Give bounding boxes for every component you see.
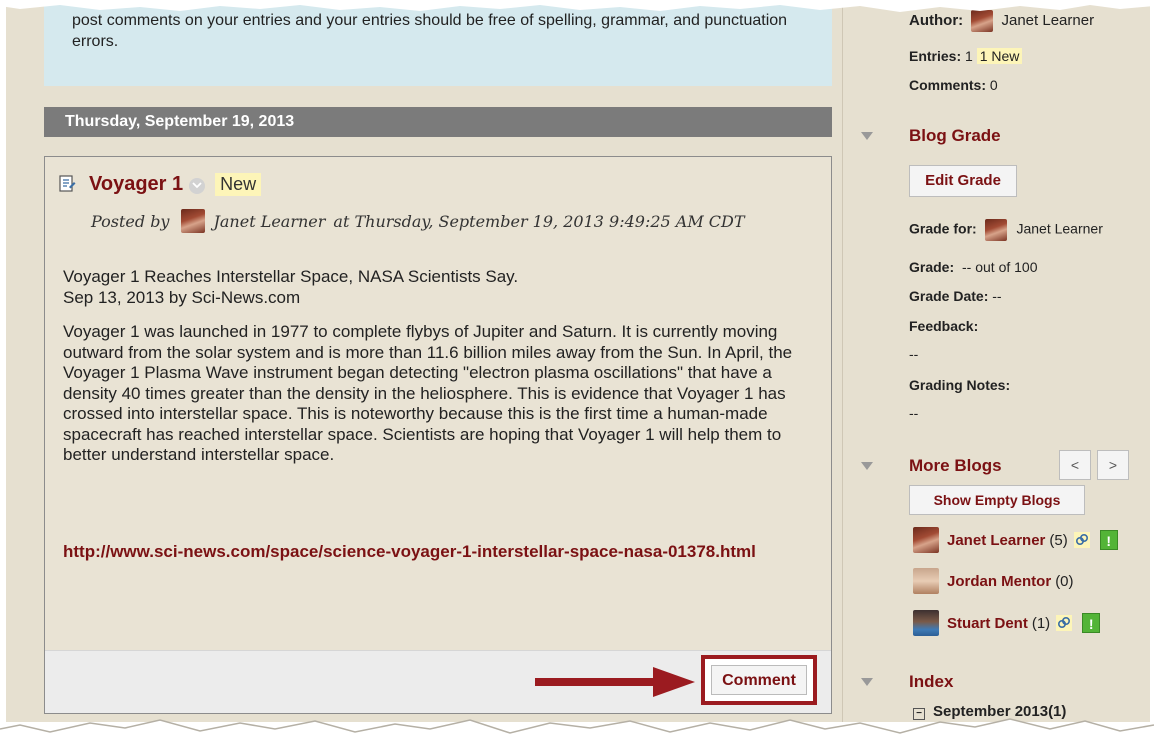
blog-page: post comments on your entries and your e… xyxy=(6,0,1150,722)
entry-header: Voyager 1 New xyxy=(57,171,262,197)
blog-entry: Voyager 1 New Posted by Janet Learner at… xyxy=(44,156,832,714)
link-icon[interactable] xyxy=(1056,615,1073,631)
grade-for-name: Janet Learner xyxy=(1016,220,1103,237)
grade-value: -- out of 100 xyxy=(962,259,1038,275)
entry-author: Janet Learner xyxy=(213,211,326,231)
avatar xyxy=(181,209,206,233)
author-name: Janet Learner xyxy=(1001,11,1095,29)
author-label: Author: xyxy=(909,11,964,29)
grade-date-label: Grade Date: xyxy=(909,288,989,304)
avatar xyxy=(913,568,939,594)
callout-arrow-icon xyxy=(535,667,695,697)
comments-count: 0 xyxy=(989,77,998,93)
blog-list-item[interactable]: Stuart Dent (1) ! xyxy=(913,610,1101,636)
grade-row: Grade: -- out of 100 xyxy=(909,259,1038,275)
blog-name[interactable]: Jordan Mentor xyxy=(947,573,1051,590)
grading-notes-value: -- xyxy=(909,405,919,421)
collapse-triangle-icon[interactable] xyxy=(861,132,873,140)
grade-date-row: Grade Date: -- xyxy=(909,288,1002,304)
grade-for-label: Grade for: xyxy=(909,220,977,237)
blog-list-item[interactable]: Janet Learner (5) ! xyxy=(913,527,1118,553)
comments-row: Comments: 0 xyxy=(909,77,998,93)
link-icon[interactable] xyxy=(1073,532,1090,548)
blog-name[interactable]: Stuart Dent xyxy=(947,615,1028,632)
grade-label: Grade: xyxy=(909,259,955,275)
grading-notes-label: Grading Notes: xyxy=(909,377,1011,393)
edit-grade-button[interactable]: Edit Grade xyxy=(909,165,1017,197)
feedback-label: Feedback: xyxy=(909,318,979,334)
chevron-down-icon[interactable] xyxy=(189,178,206,194)
new-badge: New xyxy=(215,172,262,196)
blog-count: (5) xyxy=(1049,531,1068,549)
entries-count: 1 xyxy=(965,48,973,64)
comment-callout: Comment xyxy=(701,655,817,705)
avatar xyxy=(913,610,939,636)
posted-by-label: Posted by xyxy=(91,211,170,231)
entries-label: Entries: xyxy=(909,48,962,64)
posted-by-line: Posted by Janet Learner at Thursday, Sep… xyxy=(91,209,745,233)
collapse-triangle-icon[interactable] xyxy=(861,462,873,470)
blog-grade-heading[interactable]: Blog Grade xyxy=(909,126,1001,146)
entry-paragraph: Voyager 1 was launched in 1977 to comple… xyxy=(63,322,793,464)
blog-count: (1) xyxy=(1031,614,1051,632)
date-header-text: Thursday, September 19, 2013 xyxy=(65,113,295,130)
collapse-triangle-icon[interactable] xyxy=(861,678,873,686)
torn-edge-bottom xyxy=(0,718,1154,745)
grade-for-row: Grade for: Janet Learner xyxy=(909,219,1103,241)
avatar xyxy=(913,527,939,553)
entries-new-badge: 1 New xyxy=(976,48,1023,64)
blog-count: (0) xyxy=(1055,572,1074,590)
blog-list-item[interactable]: Jordan Mentor (0) xyxy=(913,568,1074,594)
sidebar: Author: Janet Learner Entries: 1 1 New C… xyxy=(842,0,1150,722)
entry-title[interactable]: Voyager 1 xyxy=(89,173,183,196)
entry-timestamp: at Thursday, September 19, 2013 9:49:25 … xyxy=(333,211,745,231)
more-blogs-heading[interactable]: More Blogs xyxy=(909,456,1002,476)
blog-name[interactable]: Janet Learner xyxy=(947,532,1045,549)
comment-button[interactable]: Comment xyxy=(711,665,807,695)
entry-source: Sep 13, 2013 by Sci-News.com xyxy=(63,287,301,307)
torn-edge-top xyxy=(0,0,1154,12)
blog-entry-icon xyxy=(59,175,76,192)
comments-label: Comments: xyxy=(909,77,987,93)
entry-body: Voyager 1 Reaches Interstellar Space, NA… xyxy=(63,267,819,480)
instructions-text: post comments on your entries and your e… xyxy=(72,12,788,50)
needs-grading-icon[interactable]: ! xyxy=(1082,613,1101,633)
entry-link[interactable]: http://www.sci-news.com/space/science-vo… xyxy=(63,541,783,563)
date-header: Thursday, September 19, 2013 xyxy=(44,107,832,137)
previous-page-button[interactable]: < xyxy=(1059,450,1091,480)
entries-row: Entries: 1 1 New xyxy=(909,48,1023,64)
show-empty-blogs-button[interactable]: Show Empty Blogs xyxy=(909,485,1085,515)
avatar xyxy=(984,219,1007,241)
grade-date-value: -- xyxy=(992,288,1002,304)
needs-grading-icon[interactable]: ! xyxy=(1099,530,1118,550)
feedback-value: -- xyxy=(909,346,919,362)
index-heading[interactable]: Index xyxy=(909,672,953,692)
entry-headline: Voyager 1 Reaches Interstellar Space, NA… xyxy=(63,267,519,286)
entry-footer: Comment xyxy=(45,650,831,713)
next-page-button[interactable]: > xyxy=(1097,450,1129,480)
